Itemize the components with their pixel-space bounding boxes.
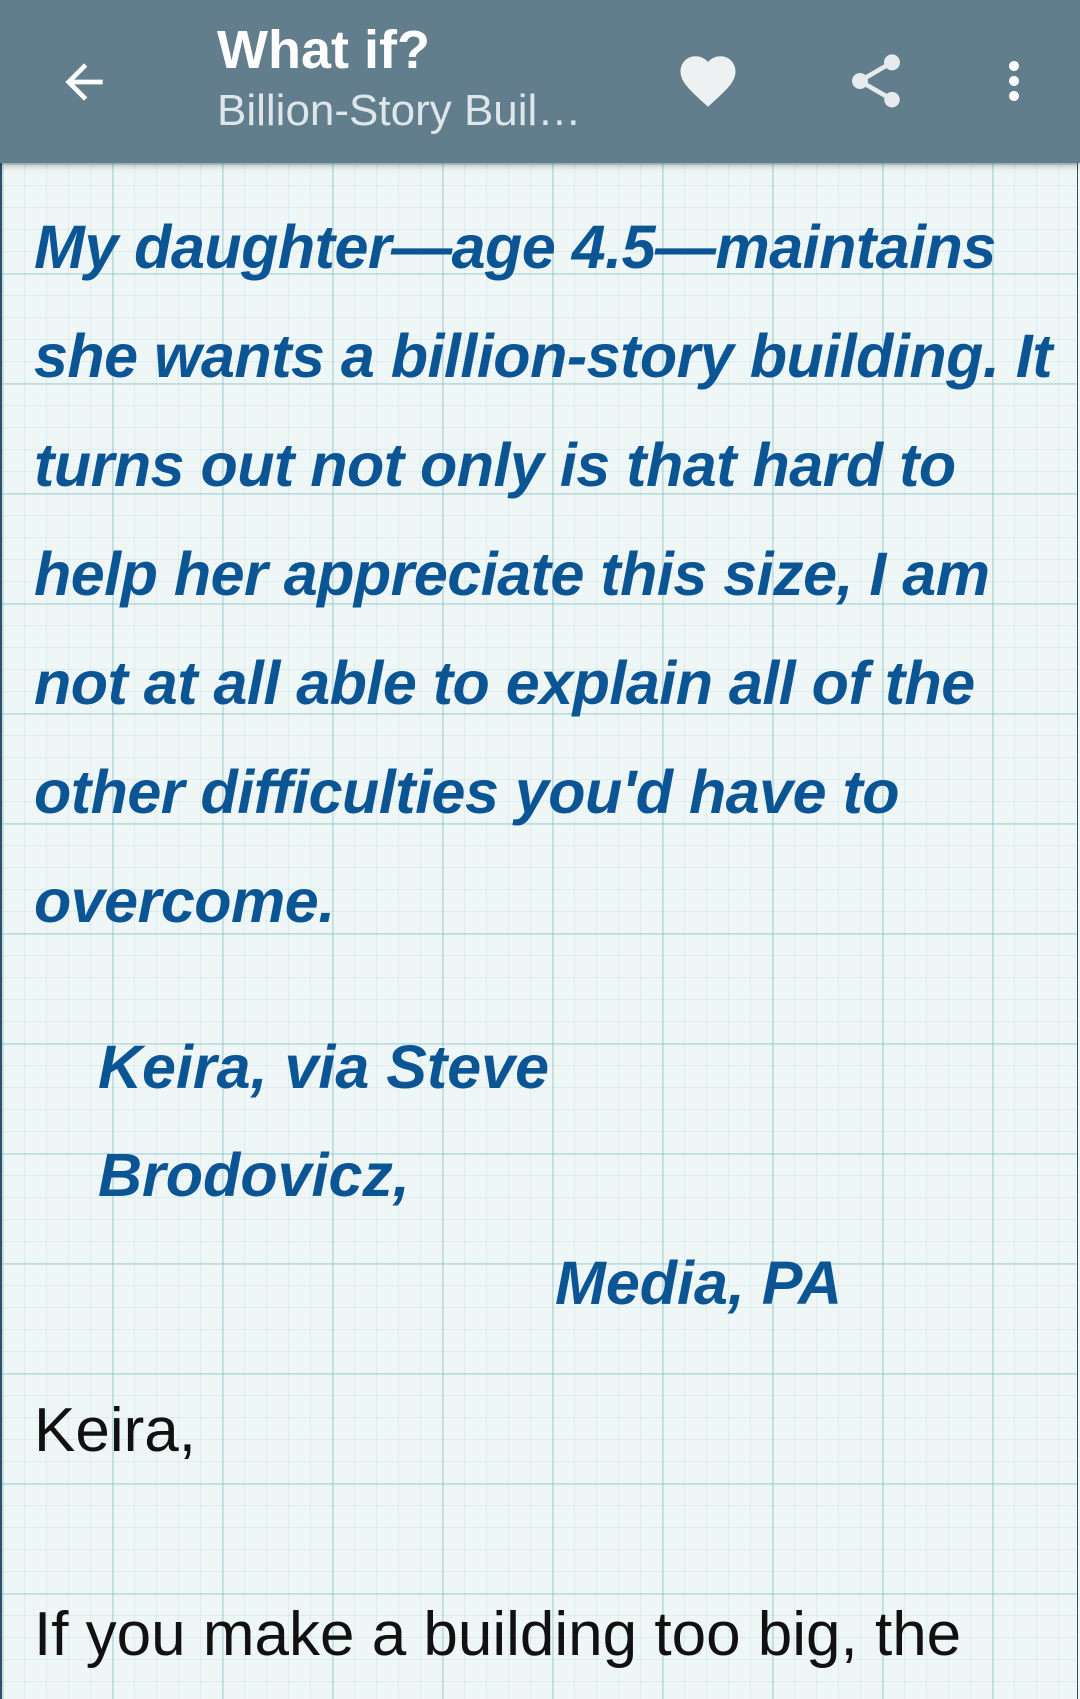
more-vert-icon (1009, 61, 1019, 101)
share-button[interactable] (838, 43, 914, 119)
back-arrow-icon (65, 63, 103, 101)
answer-paragraph: If you make a building too big, the (34, 1600, 962, 1669)
app-title: What if? (217, 20, 430, 80)
favorite-button[interactable] (670, 43, 746, 119)
heart-icon (680, 56, 736, 107)
title-block: What if? Billion-Story Buil… (217, 18, 617, 140)
reader-question: My daughter—age 4.5—maintains she wants … (34, 213, 1053, 935)
back-button[interactable] (50, 48, 118, 116)
attribution-location: Media, PA (555, 1249, 842, 1317)
question-attribution: Keira, via Steve Brodovicz, Media, PA (98, 1013, 842, 1337)
article-content[interactable]: My daughter—age 4.5—maintains she wants … (0, 163, 1078, 1699)
share-icon (852, 54, 900, 108)
article-subtitle: Billion-Story Buil… (217, 86, 582, 135)
answer-salutation: Keira, (34, 1396, 196, 1465)
more-options-button[interactable] (976, 43, 1052, 119)
app-bar: What if? Billion-Story Buil… (0, 0, 1080, 163)
attribution-name: Keira, via Steve Brodovicz, (98, 1033, 550, 1209)
